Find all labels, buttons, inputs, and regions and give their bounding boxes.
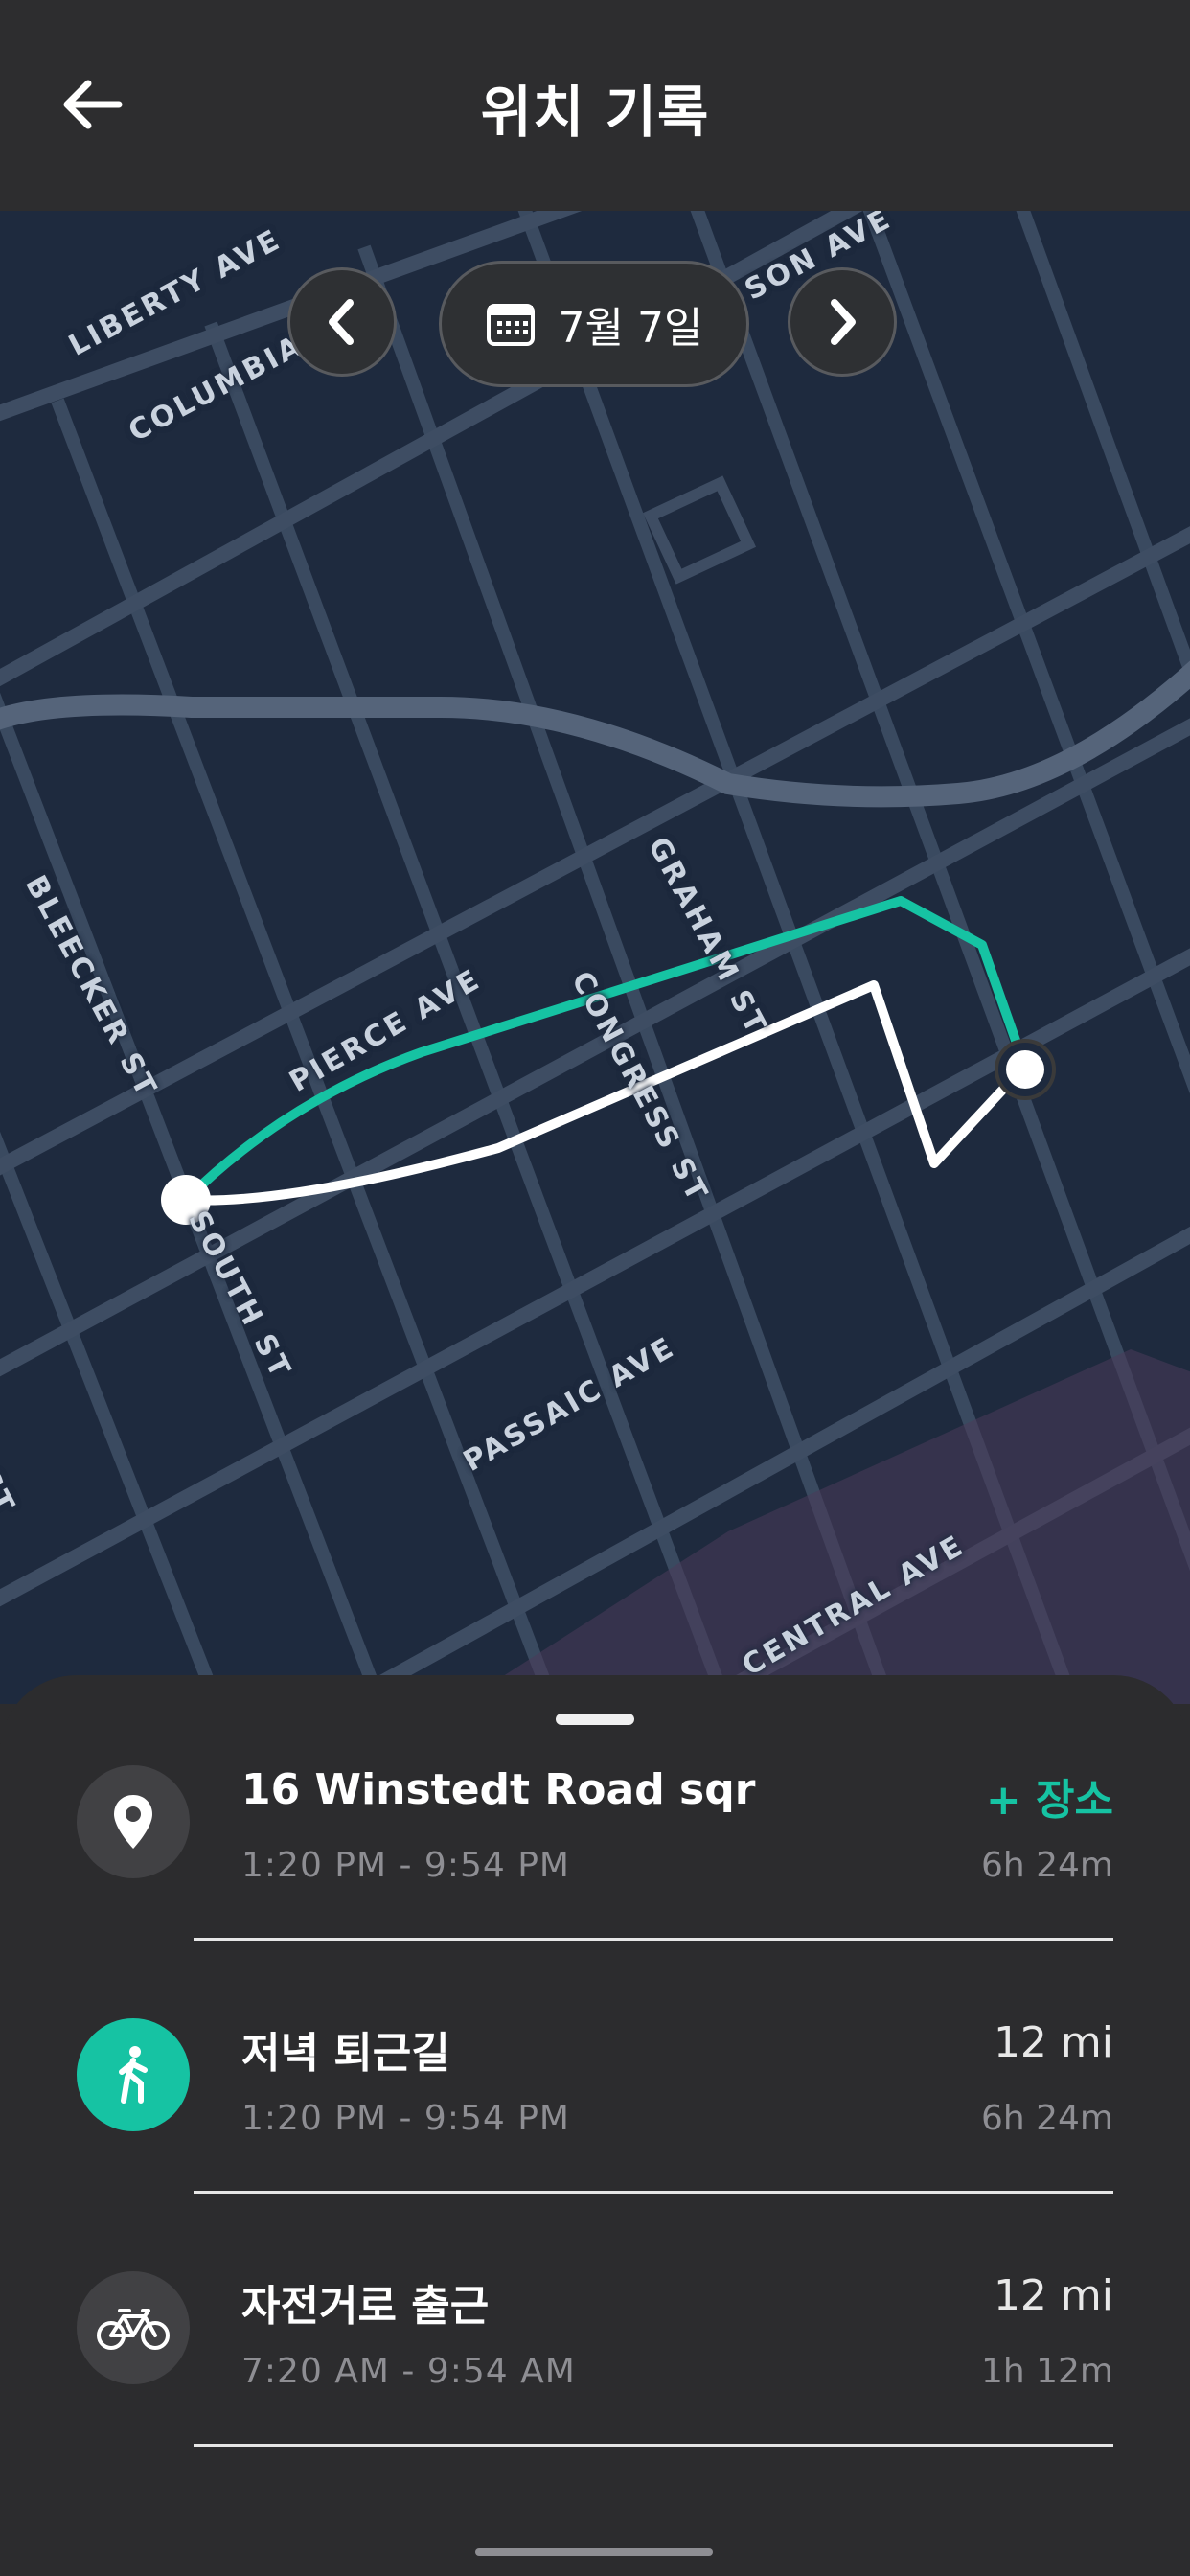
chevron-left-icon	[329, 299, 354, 345]
timeline-item-duration: 1h 12m	[980, 2352, 1113, 2391]
map-view[interactable]: LIBERTY AVE COLUMBIA SON AVE BLEECKER ST…	[0, 209, 1190, 1704]
map-canvas	[0, 209, 1190, 1704]
date-label: 7월 7일	[558, 304, 703, 353]
calendar-icon	[486, 304, 535, 346]
app-header: 위치 기록	[0, 0, 1190, 211]
timeline-sheet[interactable]: 16 Winstedt Road sqr 1:20 PM - 9:54 PM +…	[0, 1675, 1190, 2576]
date-selector[interactable]: 7월 7일	[439, 261, 749, 387]
prev-date-button[interactable]	[287, 267, 397, 377]
timeline-item-time: 1:20 PM - 9:54 PM	[241, 2099, 570, 2138]
map-pin-icon	[114, 1795, 152, 1849]
walking-icon	[119, 2046, 148, 2104]
page-title: 위치 기록	[480, 80, 710, 145]
timeline-item-distance: 12 mi	[993, 2271, 1113, 2320]
next-date-button[interactable]	[788, 267, 897, 377]
timeline-item-title: 16 Winstedt Road sqr	[241, 1765, 756, 1814]
timeline-item-distance: 12 mi	[993, 2018, 1113, 2067]
bike-icon-badge	[77, 2271, 190, 2384]
timeline-item-title: 저녁 퇴근길	[241, 2029, 450, 2078]
route-end-marker-dot	[1006, 1050, 1044, 1089]
timeline-item[interactable]: 자전거로 출근 7:20 AM - 9:54 AM 12 mi 1h 12m	[0, 2181, 1190, 2447]
place-icon-badge	[77, 1765, 190, 1878]
timeline-item-title: 자전거로 출근	[241, 2282, 490, 2331]
timeline-item-time: 7:20 AM - 9:54 AM	[241, 2352, 576, 2391]
timeline-item-duration: 6h 24m	[980, 2099, 1113, 2138]
timeline-item-time: 1:20 PM - 9:54 PM	[241, 1846, 570, 1885]
divider	[194, 2444, 1113, 2447]
bicycle-icon	[97, 2309, 170, 2350]
timeline-item-duration: 6h 24m	[980, 1846, 1113, 1885]
timeline-item[interactable]: 16 Winstedt Road sqr 1:20 PM - 9:54 PM +…	[0, 1675, 1190, 1941]
home-indicator[interactable]	[475, 2548, 713, 2556]
add-place-button[interactable]: + 장소	[986, 1765, 1113, 1827]
chevron-right-icon	[831, 299, 856, 345]
timeline-item[interactable]: 저녁 퇴근길 1:20 PM - 9:54 PM 12 mi 6h 24m	[0, 1928, 1190, 2194]
walk-icon-badge	[77, 2018, 190, 2131]
